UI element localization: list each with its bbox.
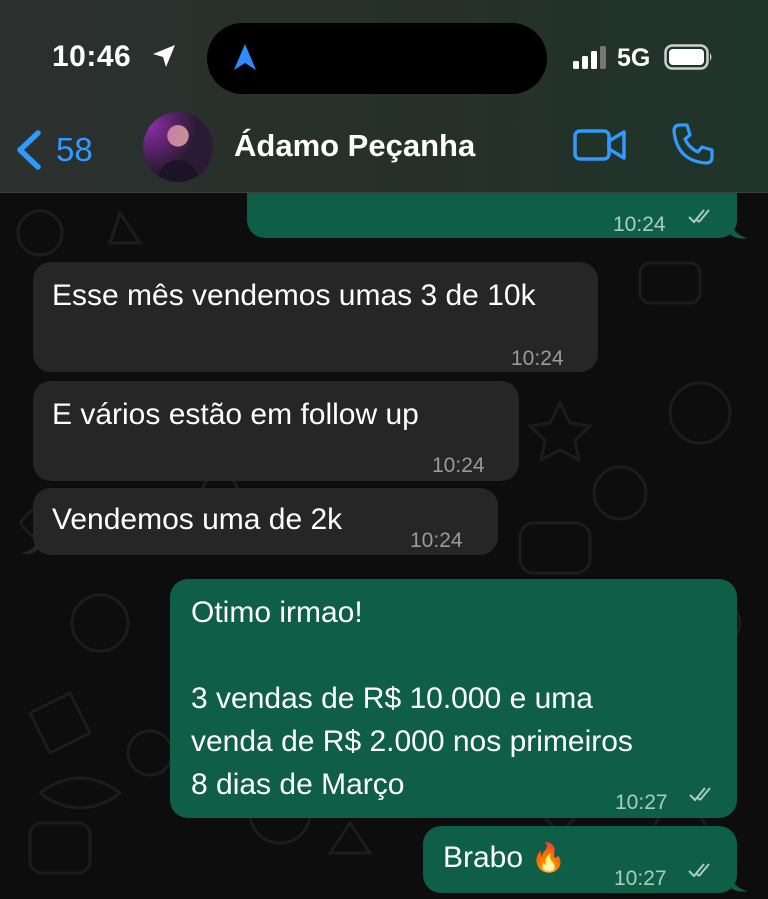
message-time: 10:24 <box>511 347 564 370</box>
message-outgoing[interactable]: Otimo irmao! 3 vendas de R$ 10.000 e uma… <box>170 579 737 818</box>
read-ticks-icon <box>688 863 710 878</box>
bubble-tail <box>20 535 40 555</box>
message-incoming[interactable]: E vários estão em follow up 10:24 <box>33 381 519 481</box>
battery-icon <box>664 44 712 70</box>
message-text: Vendemos uma de 2k <box>52 503 343 536</box>
message-outgoing[interactable]: Brabo 🔥 10:27 <box>423 826 737 893</box>
message-line <box>191 634 717 677</box>
status-time: 10:46 <box>52 40 132 73</box>
message-text: Brabo <box>443 841 524 874</box>
fire-emoji: 🔥 <box>531 841 567 874</box>
message-time: 10:24 <box>613 213 666 236</box>
message-time: 10:24 <box>432 454 485 477</box>
chat-header: 10:46 5G 58 Ádamo Peçanha <box>0 0 768 193</box>
navigation-arrow-icon <box>234 44 256 70</box>
message-outgoing[interactable]: 10:24 <box>247 193 737 238</box>
message-incoming[interactable]: Vendemos uma de 2k 10:24 <box>33 488 498 555</box>
message-text: E vários estão em follow up <box>52 398 419 431</box>
message-text: Otimo irmao! 3 vendas de R$ 10.000 e uma… <box>191 591 717 806</box>
message-incoming[interactable]: Esse mês vendemos umas 3 de 10k 10:24 <box>33 262 598 372</box>
message-time: 10:24 <box>410 529 463 552</box>
chat-area[interactable]: 10:24 Esse mês vendemos umas 3 de 10k 10… <box>0 193 768 899</box>
back-button[interactable]: 58 <box>14 122 114 178</box>
location-arrow-icon <box>153 45 175 67</box>
unread-count: 58 <box>56 131 93 168</box>
bubble-tail <box>730 220 748 239</box>
phone-icon[interactable] <box>670 121 716 167</box>
message-line: Otimo irmao! <box>191 596 363 629</box>
avatar[interactable] <box>143 112 213 182</box>
contact-name[interactable]: Ádamo Peçanha <box>234 128 475 164</box>
message-time: 10:27 <box>614 867 667 890</box>
message-line: venda de R$ 2.000 nos primeiros <box>191 725 633 758</box>
signal-bars-icon <box>573 46 606 69</box>
read-ticks-icon <box>688 209 710 224</box>
network-type: 5G <box>617 44 651 72</box>
bubble-tail <box>730 873 748 892</box>
video-camera-icon[interactable] <box>572 125 628 165</box>
read-ticks-icon <box>689 787 711 802</box>
dynamic-island <box>207 23 547 94</box>
message-text: Esse mês vendemos umas 3 de 10k <box>52 279 536 312</box>
message-line: 3 vendas de R$ 10.000 e uma <box>191 682 593 715</box>
chevron-left-icon <box>17 130 41 170</box>
message-time: 10:27 <box>615 791 668 814</box>
